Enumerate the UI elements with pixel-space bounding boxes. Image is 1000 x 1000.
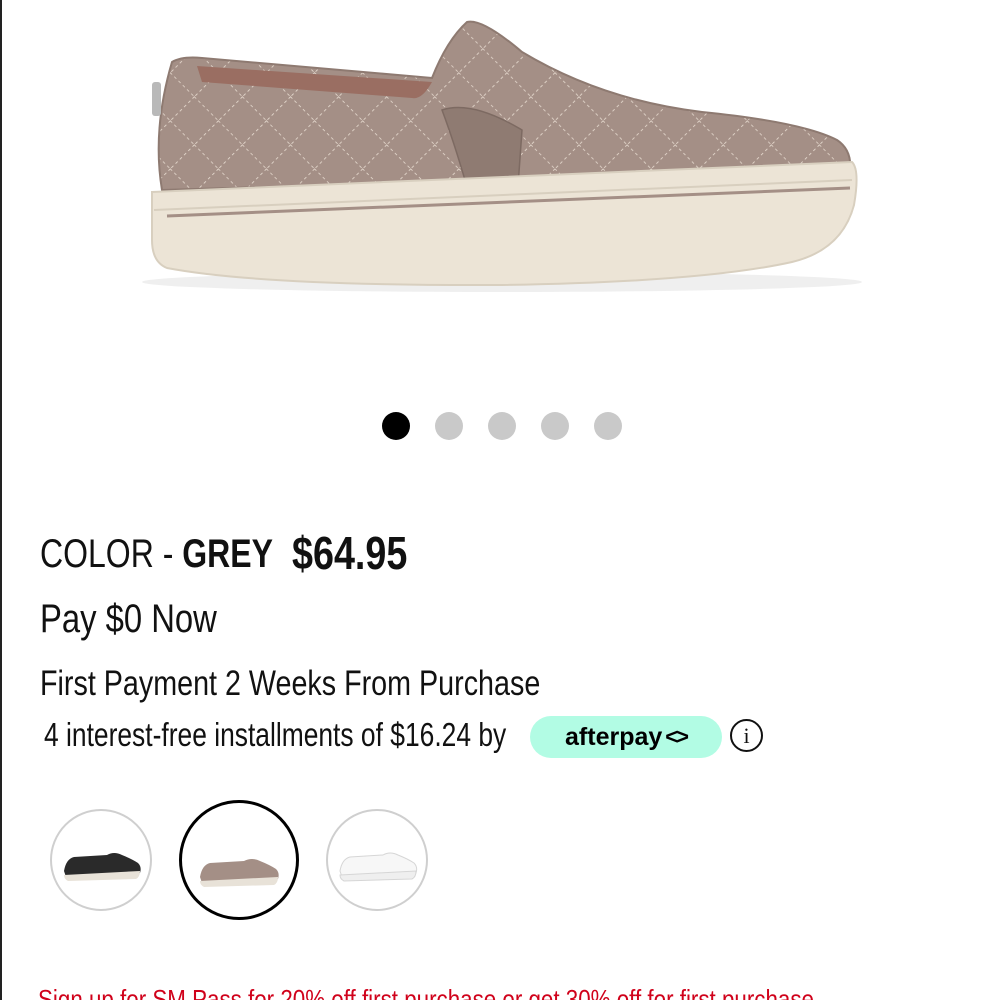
first-payment-text: First Payment 2 Weeks From Purchase (40, 664, 541, 703)
color-value: GREY (182, 532, 273, 576)
swatch-black[interactable] (50, 809, 152, 911)
product-image[interactable] (2, 0, 1000, 380)
color-label: COLOR - (40, 532, 183, 576)
shoe-illustration (142, 20, 862, 292)
gallery-dot-2[interactable] (435, 412, 463, 440)
gallery-dot-4[interactable] (541, 412, 569, 440)
gallery-dot-5[interactable] (594, 412, 622, 440)
black-shoe-thumbnail (64, 853, 141, 881)
white-shoe-thumbnail (339, 852, 418, 882)
info-icon[interactable]: i (730, 719, 763, 752)
afterpay-arrows-icon: <> (665, 724, 689, 749)
installments-text: 4 interest-free installments of $16.24 b… (44, 716, 507, 753)
afterpay-badge[interactable]: afterpay <> (530, 716, 722, 758)
promo-banner-text[interactable]: Sign up for SM Pass for 20% off first pu… (38, 984, 814, 1000)
pay-now-text: Pay $0 Now (40, 597, 217, 641)
afterpay-logo-text: afterpay (565, 722, 663, 751)
color-line: COLOR - GREY (40, 532, 273, 577)
swatch-grey[interactable] (179, 800, 299, 920)
grey-shoe-thumbnail (200, 859, 279, 887)
gallery-dot-1[interactable] (382, 412, 410, 440)
price: $64.95 (292, 527, 408, 579)
gallery-pagination (382, 412, 622, 440)
swatch-white[interactable] (326, 809, 428, 911)
gallery-dot-3[interactable] (488, 412, 516, 440)
